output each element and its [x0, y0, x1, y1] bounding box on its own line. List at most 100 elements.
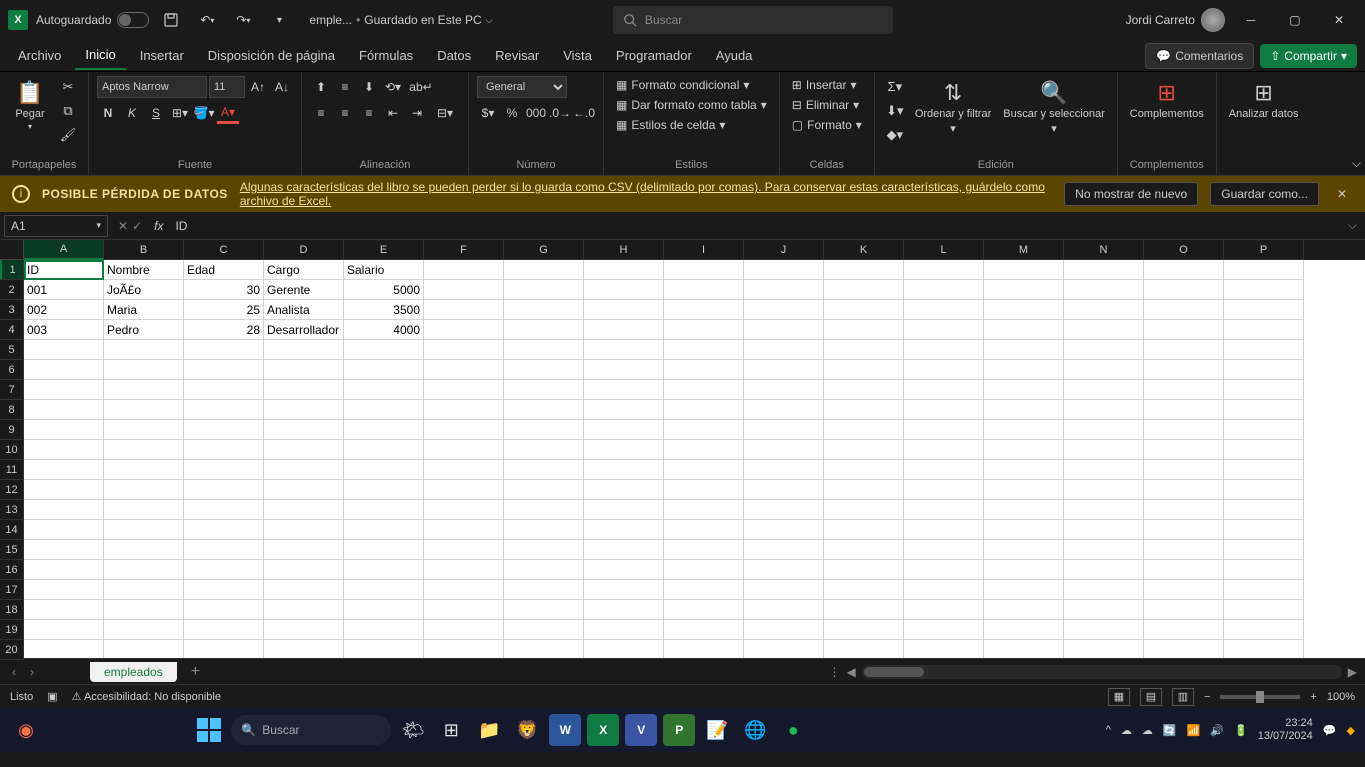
align-middle-button[interactable]: ≡: [334, 76, 356, 98]
cell[interactable]: 28: [184, 320, 264, 340]
cell[interactable]: [984, 260, 1064, 280]
cell[interactable]: [264, 600, 344, 620]
cell[interactable]: [1064, 380, 1144, 400]
cell[interactable]: [24, 540, 104, 560]
normal-view-button[interactable]: ▦: [1108, 688, 1130, 706]
tab-revisar[interactable]: Revisar: [485, 42, 549, 69]
cell[interactable]: [504, 360, 584, 380]
cell[interactable]: [184, 520, 264, 540]
find-select-button[interactable]: 🔍 Buscar y seleccionar▾: [999, 76, 1109, 139]
cell[interactable]: [24, 420, 104, 440]
merge-button[interactable]: ⊟▾: [430, 102, 460, 124]
horizontal-scrollbar[interactable]: [862, 665, 1342, 679]
fx-button[interactable]: fx: [148, 219, 169, 233]
conditional-format-button[interactable]: ▦ Formato condicional ▾: [612, 76, 753, 94]
cell[interactable]: [1224, 620, 1304, 640]
cell[interactable]: [104, 640, 184, 658]
save-as-button[interactable]: Guardar como...: [1210, 182, 1319, 206]
enter-formula-button[interactable]: ✓: [132, 219, 142, 233]
cell[interactable]: [1144, 420, 1224, 440]
cell[interactable]: [104, 360, 184, 380]
cell[interactable]: [1144, 560, 1224, 580]
cell[interactable]: [1064, 360, 1144, 380]
cell[interactable]: [24, 380, 104, 400]
cell[interactable]: [344, 520, 424, 540]
cell[interactable]: [344, 600, 424, 620]
cell[interactable]: [904, 500, 984, 520]
cell[interactable]: Edad: [184, 260, 264, 280]
wrap-text-button[interactable]: ab↵: [406, 76, 436, 98]
cell[interactable]: [1144, 440, 1224, 460]
cell[interactable]: [264, 360, 344, 380]
sheet-prev-button[interactable]: ‹: [8, 665, 20, 679]
tab-datos[interactable]: Datos: [427, 42, 481, 69]
col-header-K[interactable]: K: [824, 240, 904, 260]
align-right-button[interactable]: ≡: [358, 102, 380, 124]
cell[interactable]: [1064, 340, 1144, 360]
cell[interactable]: [744, 480, 824, 500]
cell[interactable]: [824, 480, 904, 500]
cell[interactable]: [904, 540, 984, 560]
cell[interactable]: [744, 260, 824, 280]
cell[interactable]: [1224, 300, 1304, 320]
col-header-B[interactable]: B: [104, 240, 184, 260]
cell[interactable]: [344, 500, 424, 520]
cell[interactable]: 003: [24, 320, 104, 340]
col-header-J[interactable]: J: [744, 240, 824, 260]
cell[interactable]: [1064, 580, 1144, 600]
cell[interactable]: [1144, 580, 1224, 600]
cell[interactable]: [104, 600, 184, 620]
tab-insertar[interactable]: Insertar: [130, 42, 194, 69]
cell[interactable]: [1224, 600, 1304, 620]
cell[interactable]: [1224, 400, 1304, 420]
cell[interactable]: [104, 380, 184, 400]
cell[interactable]: [1144, 540, 1224, 560]
cell[interactable]: [584, 640, 664, 658]
tray-wifi-icon[interactable]: 📶: [1187, 724, 1201, 737]
cell[interactable]: [1144, 360, 1224, 380]
cell[interactable]: [184, 440, 264, 460]
cell[interactable]: [904, 480, 984, 500]
comma-button[interactable]: 000: [525, 102, 547, 124]
cell[interactable]: [24, 580, 104, 600]
cell[interactable]: [584, 320, 664, 340]
underline-button[interactable]: S: [145, 102, 167, 124]
row-header-4[interactable]: 4: [0, 320, 24, 340]
cell[interactable]: [584, 380, 664, 400]
cell[interactable]: [584, 260, 664, 280]
cell[interactable]: [504, 640, 584, 658]
cell[interactable]: [984, 360, 1064, 380]
cell[interactable]: [1224, 480, 1304, 500]
col-header-A[interactable]: A: [24, 240, 104, 260]
cell[interactable]: [824, 440, 904, 460]
font-name-select[interactable]: [97, 76, 207, 98]
cell[interactable]: [344, 380, 424, 400]
row-header-16[interactable]: 16: [0, 560, 24, 580]
cell[interactable]: [824, 620, 904, 640]
cell[interactable]: [584, 280, 664, 300]
cell[interactable]: Desarrollador: [264, 320, 344, 340]
cell[interactable]: [744, 520, 824, 540]
cell[interactable]: [1064, 460, 1144, 480]
cell[interactable]: [24, 480, 104, 500]
cell[interactable]: [1064, 620, 1144, 640]
cell[interactable]: [904, 280, 984, 300]
cell[interactable]: [24, 460, 104, 480]
font-color-button[interactable]: A▾: [217, 102, 239, 124]
cell[interactable]: [1224, 460, 1304, 480]
tab-inicio[interactable]: Inicio: [75, 41, 125, 70]
cell[interactable]: [424, 420, 504, 440]
name-box[interactable]: A1▾: [4, 215, 108, 237]
cell[interactable]: [1064, 480, 1144, 500]
cell[interactable]: [824, 320, 904, 340]
status-macro-icon[interactable]: ▣: [47, 690, 57, 703]
autosum-button[interactable]: Σ▾: [883, 76, 907, 98]
cell[interactable]: [24, 620, 104, 640]
cell[interactable]: [1064, 280, 1144, 300]
cell[interactable]: [664, 260, 744, 280]
cell[interactable]: [504, 260, 584, 280]
cell[interactable]: [824, 380, 904, 400]
cell[interactable]: [584, 480, 664, 500]
taskbar-spotify-icon[interactable]: ●: [777, 714, 809, 746]
increase-indent-button[interactable]: ⇥: [406, 102, 428, 124]
